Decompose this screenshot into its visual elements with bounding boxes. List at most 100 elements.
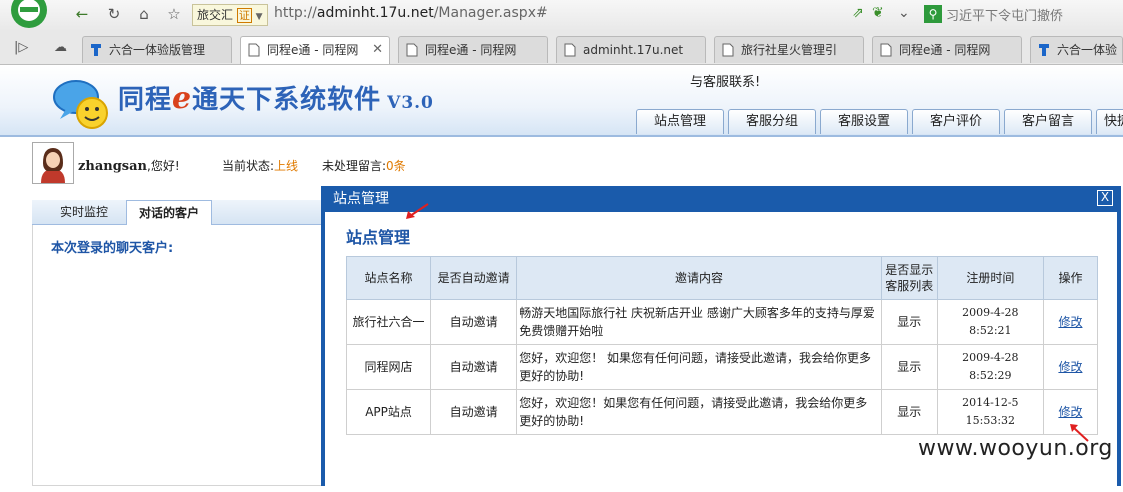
edit-link[interactable]: 修改 [1058,360,1082,374]
app-header: 同程e通天下系统软件 V3.0 与客服联系! 站点管理 客服分组 客服设置 客户评… [0,65,1123,137]
app-version: V3.0 [387,93,434,113]
greeting-text: ,您好! [147,159,180,173]
online-status: 当前状态:上线 [222,157,298,174]
cloud-icon[interactable]: ☁ [54,40,67,55]
bookmark-star-icon[interactable]: ☆ [164,4,184,24]
browser-tab[interactable]: 旅行社星火管理引 [714,36,864,63]
col-invite-content: 邀请内容 [516,256,882,300]
tongcheng-favicon-icon [91,44,101,56]
contact-support-link[interactable]: 与客服联系! [690,71,760,90]
dialog-titlebar[interactable]: 站点管理 X [325,186,1117,212]
refresh-icon[interactable]: ↻ [104,4,124,24]
col-register-time: 注册时间 [936,256,1044,300]
browser-tab-label: 同程e通 - 同程网 [425,43,517,57]
site-tag-label: 旅交汇 [197,8,234,22]
annotation-arrow-icon [406,203,429,219]
tab-chat-customers[interactable]: 对话的客户 [126,200,213,225]
table-row: 旅行社六合一 自动邀请 畅游天地国际旅行社 庆祝新店开业 感谢广大顾客多年的支持… [345,299,1099,345]
back-arrow-icon[interactable]: ← [72,4,92,24]
unread-label: 未处理留言: [322,159,387,173]
left-subtabs: 实时监控 对话的客户 [32,200,324,225]
cell-auto-invite: 自动邀请 [430,344,518,390]
browser-tab[interactable]: 同程e通 - 同程网 ✕ [240,36,390,64]
browser-tab-label: 六合一体验 [1057,43,1118,57]
home-icon[interactable]: ⌂ [134,4,154,24]
table-row: APP站点 自动邀请 您好，欢迎您！如果您有任何问题，请接受此邀请，我会给你更多… [345,389,1099,435]
url-host: adminht.17u.net [316,5,434,21]
search-icon[interactable]: ⚲ [924,5,942,23]
url-field[interactable]: http://adminht.17u.net/Manager.aspx# [274,5,548,21]
browser-tab[interactable]: 六合一体验版管理 [82,36,232,63]
app-title-e: e [172,81,193,116]
close-icon[interactable]: X [1097,190,1113,206]
dropdown-arrow-icon: ▼ [255,12,263,22]
browser-tab[interactable]: adminht.17u.net [556,36,706,63]
chevron-down-icon[interactable]: ⌄ [898,5,910,21]
browser-tab-label: 六合一体验版管理 [109,43,206,57]
app-title-prefix: 同程 [118,85,173,115]
close-tab-icon[interactable]: ✕ [372,37,383,63]
browser-logo-icon[interactable] [4,0,54,30]
cell-invite-content: 畅游天地国际旅行社 庆祝新店开业 感谢广大顾客多年的支持与厚爱免费馈赠开始啦 [516,299,882,345]
site-tag[interactable]: 旅交汇 证 ▼ [192,4,268,26]
col-site-name: 站点名称 [345,256,432,300]
cell-site-name: 旅行社六合一 [345,299,432,345]
nav-tab-service-groups[interactable]: 客服分组 [728,109,816,134]
edit-link[interactable]: 修改 [1058,315,1082,329]
cell-show-service-list: 显示 [880,299,938,345]
share-icon[interactable]: ⇗ [852,5,864,21]
cell-register-time: 2014-12-5 15:53:32 [936,389,1044,435]
cell-site-name: 同程网店 [345,344,432,390]
status-value: 上线 [274,159,299,173]
page-icon [406,43,418,57]
smiley-logo-icon [53,80,108,129]
cell-show-service-list: 显示 [880,344,938,390]
cell-register-time: 2009-4-28 8:52:21 [936,299,1044,345]
dialog-heading: 站点管理 [346,228,411,247]
url-path: /Manager.aspx# [433,5,548,21]
cell-show-service-list: 显示 [880,389,938,435]
site-tag-badge: 证 [236,8,252,23]
watermark: www.wooyun.org [918,436,1113,461]
table-row: 同程网店 自动邀请 您好，欢迎您！ 如果您有任何问题，请接受此邀请，我会给你更多… [345,344,1099,390]
cell-invite-content: 您好，欢迎您！ 如果您有任何问题，请接受此邀请，我会给你更多更好的协助! [516,344,882,390]
chat-customers-title: 本次登录的聊天客户: [51,241,174,256]
browser-tab-label: 同程e通 - 同程网 [267,43,359,57]
edit-link[interactable]: 修改 [1058,405,1082,419]
search-input[interactable]: 习近平下令屯门撤侨 [946,5,1063,24]
nav-tab-customer-messages[interactable]: 客户留言 [1004,109,1092,134]
cell-action: 修改 [1042,299,1099,345]
browser-tab[interactable]: 六合一体验 [1030,36,1123,63]
browser-address-bar: ← ↻ ⌂ ☆ 旅交汇 证 ▼ http://adminht.17u.net/M… [0,0,1123,31]
page-icon [880,43,892,57]
browser-tab-bar: |▷ ☁ 六合一体验版管理 同程e通 - 同程网 ✕ 同程e通 - 同程网 ad… [0,30,1123,65]
status-label: 当前状态: [222,159,275,173]
nav-tab-customer-reviews[interactable]: 客户评价 [912,109,1000,134]
table-header-row: 站点名称 是否自动邀请 邀请内容 是否显示客服列表 注册时间 操作 [345,256,1099,300]
sidebar-toggle-icon[interactable]: |▷ [14,40,28,55]
tongcheng-favicon-icon [1039,44,1049,56]
user-greeting: zhangsan,您好! [78,157,180,174]
browser-tab[interactable]: 同程e通 - 同程网 [872,36,1022,63]
page-icon [722,43,734,57]
sites-table: 站点名称 是否自动邀请 邀请内容 是否显示客服列表 注册时间 操作 旅行社六合一… [345,256,1099,435]
col-action: 操作 [1042,256,1099,300]
nav-tab-shortcuts[interactable]: 快捷 [1096,109,1123,134]
url-prefix: http:// [274,5,317,21]
browser-tab-label: 同程e通 - 同程网 [899,43,991,57]
tab-live-monitor[interactable]: 实时监控 [48,200,120,224]
cell-site-name: APP站点 [345,389,432,435]
unread-value: 0条 [386,159,406,173]
cell-auto-invite: 自动邀请 [430,299,518,345]
avatar [32,142,74,184]
dialog-title: 站点管理 [333,191,389,207]
page-icon [248,43,260,57]
browser-tab-label: 旅行社星火管理引 [741,43,838,57]
cell-auto-invite: 自动邀请 [430,389,518,435]
browser-tab[interactable]: 同程e通 - 同程网 [398,36,548,63]
cell-action: 修改 [1042,344,1099,390]
leaf-icon[interactable]: ❦ [872,5,884,21]
nav-tab-service-settings[interactable]: 客服设置 [820,109,908,134]
nav-tab-site-management[interactable]: 站点管理 [636,109,724,134]
username: zhangsan [78,159,147,174]
